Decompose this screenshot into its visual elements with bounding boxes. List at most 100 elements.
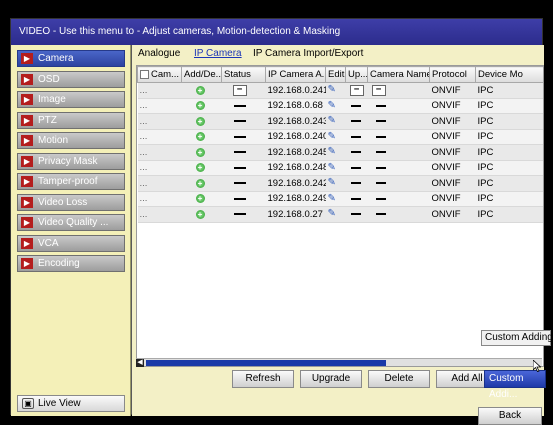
edit-icon[interactable]: ✎ <box>328 116 339 126</box>
scroll-thumb[interactable] <box>146 360 386 366</box>
edit-icon[interactable]: ✎ <box>328 85 339 95</box>
chevron-right-icon: ▶ <box>21 94 33 105</box>
table-row[interactable]: ... +192.168.0.27 ✎ ONVIF IPC <box>137 206 543 223</box>
select-all-checkbox[interactable] <box>140 69 149 79</box>
sidebar-item-camera[interactable]: ▶ Camera <box>17 50 125 67</box>
title-bar: VIDEO - Use this menu to - Adjust camera… <box>11 19 542 45</box>
edit-icon[interactable]: ✎ <box>328 131 339 142</box>
upgrade-icon[interactable]: − <box>349 84 364 96</box>
table-row[interactable]: ... +192.168.0.245 ✎ ONVIF IPC <box>137 144 543 161</box>
edit-cell[interactable]: ✎ <box>325 175 346 192</box>
col-add-delete[interactable]: Add/De... <box>181 66 222 83</box>
ip-camera-table: Cam... Add/De... Status IP Camera A... E… <box>136 65 544 367</box>
table-row[interactable]: ... +192.168.0.68 ✎ ONVIF IPC <box>137 98 543 114</box>
cam-cell: ... <box>137 191 182 207</box>
chevron-right-icon: ▶ <box>21 53 33 64</box>
edit-cell[interactable]: ✎ <box>325 144 346 161</box>
add-icon[interactable]: + <box>195 101 205 111</box>
edit-cell[interactable]: ✎ <box>325 206 346 223</box>
edit-icon[interactable]: ✎ <box>328 209 339 219</box>
custom-adding-button[interactable]: Custom Addi... <box>484 370 546 400</box>
add-icon[interactable]: + <box>195 194 205 204</box>
status-icon: − <box>232 84 247 96</box>
add-icon[interactable]: + <box>195 132 205 142</box>
delete-button[interactable]: Delete <box>368 370 430 388</box>
edit-icon[interactable]: ✎ <box>328 147 339 157</box>
upgrade-cell <box>345 113 368 130</box>
tab-analogue[interactable]: Analogue <box>138 48 180 59</box>
col-status[interactable]: Status <box>221 66 266 83</box>
sidebar-item-image[interactable]: ▶ Image <box>17 91 125 108</box>
ip-cell: 192.168.0.68 <box>265 98 326 114</box>
edit-icon[interactable]: ✎ <box>328 100 339 111</box>
chevron-right-icon: ▶ <box>21 135 33 146</box>
sidebar-item-video-quality[interactable]: ▶ Video Quality ... <box>17 214 125 231</box>
col-protocol[interactable]: Protocol <box>429 66 476 83</box>
table-row[interactable]: ... +192.168.0.248 ✎ ONVIF IPC <box>137 160 543 176</box>
back-button[interactable]: Back <box>478 407 542 425</box>
sidebar-item-ptz[interactable]: ▶ PTZ <box>17 111 125 129</box>
table-row[interactable]: ... +192.168.0.243 ✎ ONVIF IPC <box>137 113 543 130</box>
col-ip-address[interactable]: IP Camera A... <box>265 66 326 83</box>
cam-cell: ... <box>137 98 182 114</box>
col-camera-name[interactable]: Camera Name <box>367 66 430 83</box>
upgrade-icon <box>350 135 361 138</box>
chevron-right-icon: ▶ <box>21 155 33 167</box>
sidebar-item-tamper-proof[interactable]: ▶ Tamper-proof <box>17 173 125 190</box>
edit-icon[interactable]: ✎ <box>328 162 339 173</box>
add-icon[interactable]: + <box>195 116 205 126</box>
add-cell[interactable]: + <box>181 160 222 176</box>
col-edit[interactable]: Edit <box>325 66 346 83</box>
status-cell <box>221 129 266 145</box>
add-icon[interactable]: + <box>195 147 205 157</box>
table-row[interactable]: ... +192.168.0.240 ✎ ONVIF IPC <box>137 129 543 145</box>
upgrade-icon <box>350 213 361 216</box>
edit-cell[interactable]: ✎ <box>325 160 346 176</box>
table-row[interactable]: ... +192.168.0.242 ✎ ONVIF IPC <box>137 175 543 192</box>
col-cam[interactable]: Cam... <box>137 66 182 83</box>
live-view-button[interactable]: ▣ Live View <box>17 395 125 412</box>
sidebar-item-label: Video Loss <box>38 196 88 208</box>
edit-cell[interactable]: ✎ <box>325 129 346 145</box>
add-icon[interactable]: + <box>195 85 205 95</box>
tab-ip-camera-import-export[interactable]: IP Camera Import/Export <box>253 48 363 59</box>
col-upgrade[interactable]: Up... <box>345 66 368 83</box>
edit-cell[interactable]: ✎ <box>325 82 346 99</box>
add-cell[interactable]: + <box>181 144 222 161</box>
table-row[interactable]: ... + −192.168.0.241 ✎ − − ONVIF IPC <box>137 82 543 99</box>
table-row[interactable]: ... +192.168.0.249 ✎ ONVIF IPC <box>137 191 543 207</box>
upgrade-button[interactable]: Upgrade <box>300 370 362 388</box>
horizontal-scrollbar[interactable]: ◀ <box>136 358 542 367</box>
add-cell[interactable]: + <box>181 98 222 114</box>
camera-name-cell <box>367 98 430 114</box>
edit-cell[interactable]: ✎ <box>325 98 346 114</box>
add-cell[interactable]: + <box>181 82 222 99</box>
add-icon[interactable]: + <box>195 209 205 219</box>
sidebar-item-vca[interactable]: ▶ VCA <box>17 234 125 252</box>
edit-cell[interactable]: ✎ <box>325 113 346 130</box>
tab-ip-camera[interactable]: IP Camera <box>194 48 242 59</box>
add-cell[interactable]: + <box>181 129 222 145</box>
sidebar-item-video-loss[interactable]: ▶ Video Loss <box>17 193 125 211</box>
edit-icon[interactable]: ✎ <box>328 193 339 204</box>
add-cell[interactable]: + <box>181 206 222 223</box>
add-cell[interactable]: + <box>181 175 222 192</box>
add-cell[interactable]: + <box>181 191 222 207</box>
add-icon[interactable]: + <box>195 163 205 173</box>
add-icon[interactable]: + <box>195 178 205 188</box>
sidebar-item-privacy-mask[interactable]: ▶ Privacy Mask <box>17 152 125 170</box>
sidebar-item-encoding[interactable]: ▶ Encoding <box>17 255 125 272</box>
sidebar-item-label: Privacy Mask <box>38 155 98 167</box>
scroll-left-icon[interactable]: ◀ <box>136 359 144 367</box>
status-icon <box>233 120 246 123</box>
col-device-model[interactable]: Device Mo <box>475 66 543 83</box>
edit-cell[interactable]: ✎ <box>325 191 346 207</box>
add-cell[interactable]: + <box>181 113 222 130</box>
chevron-right-icon: ▶ <box>21 73 33 85</box>
sidebar-item-osd[interactable]: ▶ OSD <box>17 70 125 88</box>
ip-cell: 192.168.0.249 <box>265 191 326 207</box>
ip-cell: 192.168.0.242 <box>265 175 326 192</box>
refresh-button[interactable]: Refresh <box>232 370 294 388</box>
edit-icon[interactable]: ✎ <box>328 178 339 188</box>
sidebar-item-motion[interactable]: ▶ Motion <box>17 132 125 149</box>
